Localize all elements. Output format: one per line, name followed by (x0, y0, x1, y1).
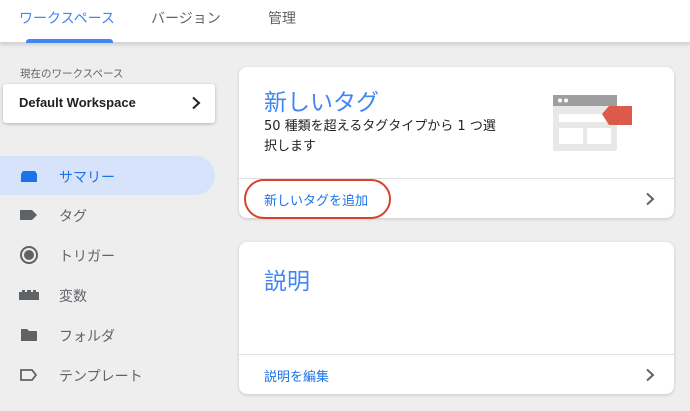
summary-icon (21, 171, 37, 182)
sidebar-item-tags[interactable]: タグ (0, 195, 215, 234)
chevron-right-icon[interactable] (643, 192, 657, 206)
variable-icon (19, 290, 39, 300)
tag-icon (20, 210, 37, 220)
card-description: 50 種類を超えるタグタイプから 1 つ選択します (264, 119, 496, 154)
edit-description-link[interactable]: 説明を編集 (264, 366, 329, 385)
workspace-name: Default Workspace (19, 95, 136, 110)
top-tab-bar: ワークスペース バージョン 管理 (0, 0, 690, 43)
sidebar-item-triggers[interactable]: トリガー (0, 235, 215, 274)
sidebar-item-templates[interactable]: テンプレート (0, 355, 215, 394)
sidebar-item-label: サマリー (59, 170, 115, 186)
highlight-annotation (244, 179, 391, 219)
card-divider (239, 354, 674, 355)
chevron-right-icon[interactable] (643, 368, 657, 382)
card-title: 説明 (264, 269, 310, 295)
sidebar-item-variables[interactable]: 変数 (0, 275, 215, 314)
active-tab-indicator (26, 39, 113, 43)
sidebar-item-folders[interactable]: フォルダ (0, 315, 215, 354)
workspace-selector[interactable]: Default Workspace (3, 84, 215, 123)
sidebar-item-summary[interactable]: サマリー (0, 156, 215, 195)
tag-illustration-icon (553, 95, 632, 151)
folder-icon (21, 329, 37, 341)
trigger-icon (20, 246, 38, 264)
tab-admin[interactable]: 管理 (268, 0, 296, 43)
tab-workspace[interactable]: ワークスペース (19, 0, 115, 43)
sidebar-item-label: タグ (59, 209, 87, 225)
template-icon (20, 369, 38, 381)
card-title: 新しいタグ (264, 90, 379, 116)
tab-versions[interactable]: バージョン (151, 0, 221, 43)
chevron-right-icon (192, 96, 201, 110)
sidebar-item-label: トリガー (59, 249, 115, 265)
current-workspace-caption: 現在のワークスペース (20, 68, 124, 80)
description-card: 説明 説明を編集 (239, 242, 674, 394)
sidebar-item-label: テンプレート (59, 369, 143, 385)
sidebar-item-label: 変数 (59, 289, 87, 305)
sidebar-item-label: フォルダ (59, 329, 115, 345)
